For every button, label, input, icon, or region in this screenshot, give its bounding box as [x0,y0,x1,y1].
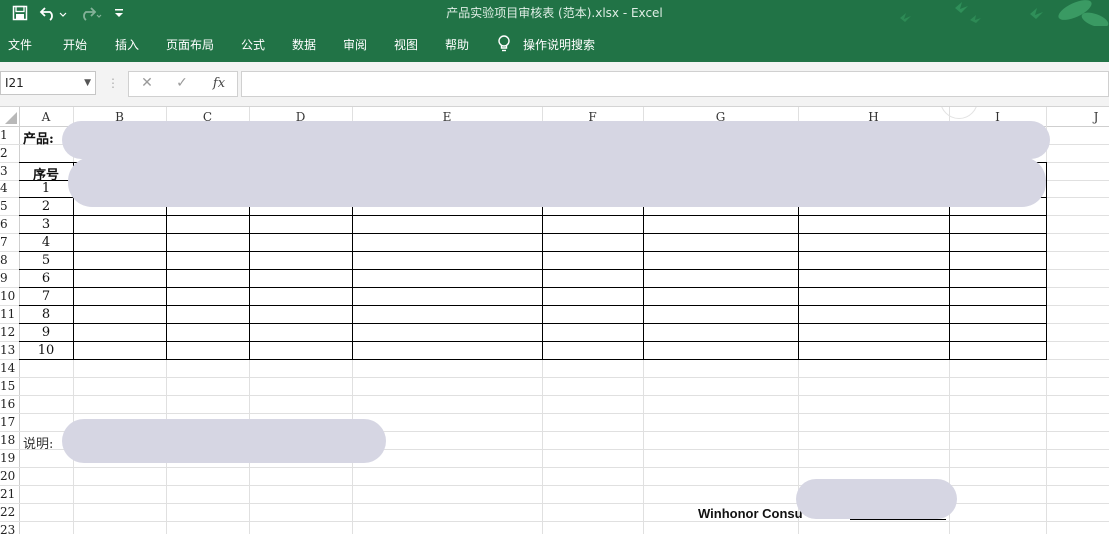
row-line [0,377,1109,378]
row-header[interactable]: 1 [0,128,18,142]
insert-function-icon[interactable]: fx [206,72,232,94]
select-all-icon[interactable] [0,107,19,126]
row-header[interactable]: 11 [0,307,18,321]
footer-underline [850,519,946,520]
sequence-number[interactable]: 1 [19,181,73,196]
row-header[interactable]: 23 [0,523,18,534]
tab-formulas[interactable]: 公式 [241,36,265,53]
table-border [19,359,1047,360]
title-bar: 产品实验项目审核表 (范本).xlsx - Excel [0,0,1109,26]
row-header[interactable]: 22 [0,505,18,519]
sheet-grid[interactable]: A B C D E F G H I J 1 2 3 4 5 6 7 8 9 10… [0,107,1109,534]
row-header[interactable]: 17 [0,415,18,429]
column-header-a[interactable]: A [19,107,73,126]
tab-page-layout[interactable]: 页面布局 [166,36,214,53]
row-line [0,521,1109,522]
sequence-number[interactable]: 6 [19,271,73,286]
sequence-number[interactable]: 9 [19,325,73,340]
sequence-number[interactable]: 3 [19,217,73,232]
table-border [19,233,1047,234]
row-header[interactable]: 14 [0,361,18,375]
row-header[interactable]: 21 [0,487,18,501]
product-label[interactable]: 产品: [23,128,54,147]
tab-data[interactable]: 数据 [292,36,316,53]
row-header[interactable]: 2 [0,146,18,160]
row-header[interactable]: 5 [0,199,18,213]
row-line [0,395,1109,396]
redaction-mark [68,157,1046,207]
table-border [19,269,1047,270]
lightbulb-icon[interactable] [497,35,511,56]
tab-review[interactable]: 审阅 [343,36,367,53]
tell-me-search[interactable]: 操作说明搜索 [523,36,595,53]
table-border [19,287,1047,288]
formula-bar: I21 ▼ ⋮ ✕ ✓ fx [0,62,1109,107]
note-label[interactable]: 说明: [23,433,53,452]
row-header[interactable]: 18 [0,433,18,447]
row-header[interactable]: 8 [0,253,18,267]
table-border [19,305,1047,306]
row-header[interactable]: 16 [0,397,18,411]
ribbon-tabs: 文件 开始 插入 页面布局 公式 数据 审阅 视图 帮助 操作说明搜索 [0,26,1109,62]
table-border [19,323,1047,324]
chevron-down-icon[interactable]: ▼ [84,72,91,94]
sequence-number[interactable]: 4 [19,235,73,250]
decorative-birds-icon [900,0,1109,26]
table-border [19,341,1047,342]
row-header[interactable]: 20 [0,469,18,483]
sequence-number[interactable]: 8 [19,307,73,322]
row-header[interactable]: 3 [0,164,18,178]
row-header[interactable]: 19 [0,451,18,465]
footer-company-text[interactable]: Winhonor Consu [698,506,803,521]
redaction-mark [796,479,957,519]
row-line [0,413,1109,414]
drag-handle-icon[interactable]: ⋮ [106,72,120,94]
tab-help[interactable]: 帮助 [445,36,469,53]
tab-insert[interactable]: 插入 [115,36,139,53]
row-header[interactable]: 4 [0,181,18,195]
table-border [1046,162,1047,359]
row-header[interactable]: 15 [0,379,18,393]
redaction-mark [62,121,1050,159]
row-header[interactable]: 12 [0,325,18,339]
sequence-number[interactable]: 7 [19,289,73,304]
formula-input[interactable] [241,71,1109,97]
name-box-value: I21 [5,76,24,90]
row-header[interactable]: 9 [0,271,18,285]
cancel-icon[interactable]: ✕ [136,72,158,94]
sequence-number[interactable]: 2 [19,199,73,214]
table-border [19,251,1047,252]
row-header[interactable]: 7 [0,235,18,249]
row-header[interactable]: 6 [0,217,18,231]
table-border [19,215,1047,216]
enter-icon[interactable]: ✓ [171,72,193,94]
column-header-j[interactable]: J [1046,107,1109,126]
row-header[interactable]: 13 [0,343,18,357]
redaction-mark [62,419,386,463]
name-box[interactable]: I21 ▼ [0,71,96,95]
tab-view[interactable]: 视图 [394,36,418,53]
row-header[interactable]: 10 [0,289,18,303]
sequence-number[interactable]: 5 [19,253,73,268]
tab-file[interactable]: 文件 [8,36,32,53]
sequence-number[interactable]: 10 [19,343,73,358]
tab-home[interactable]: 开始 [63,36,87,53]
row-line [0,467,1109,468]
